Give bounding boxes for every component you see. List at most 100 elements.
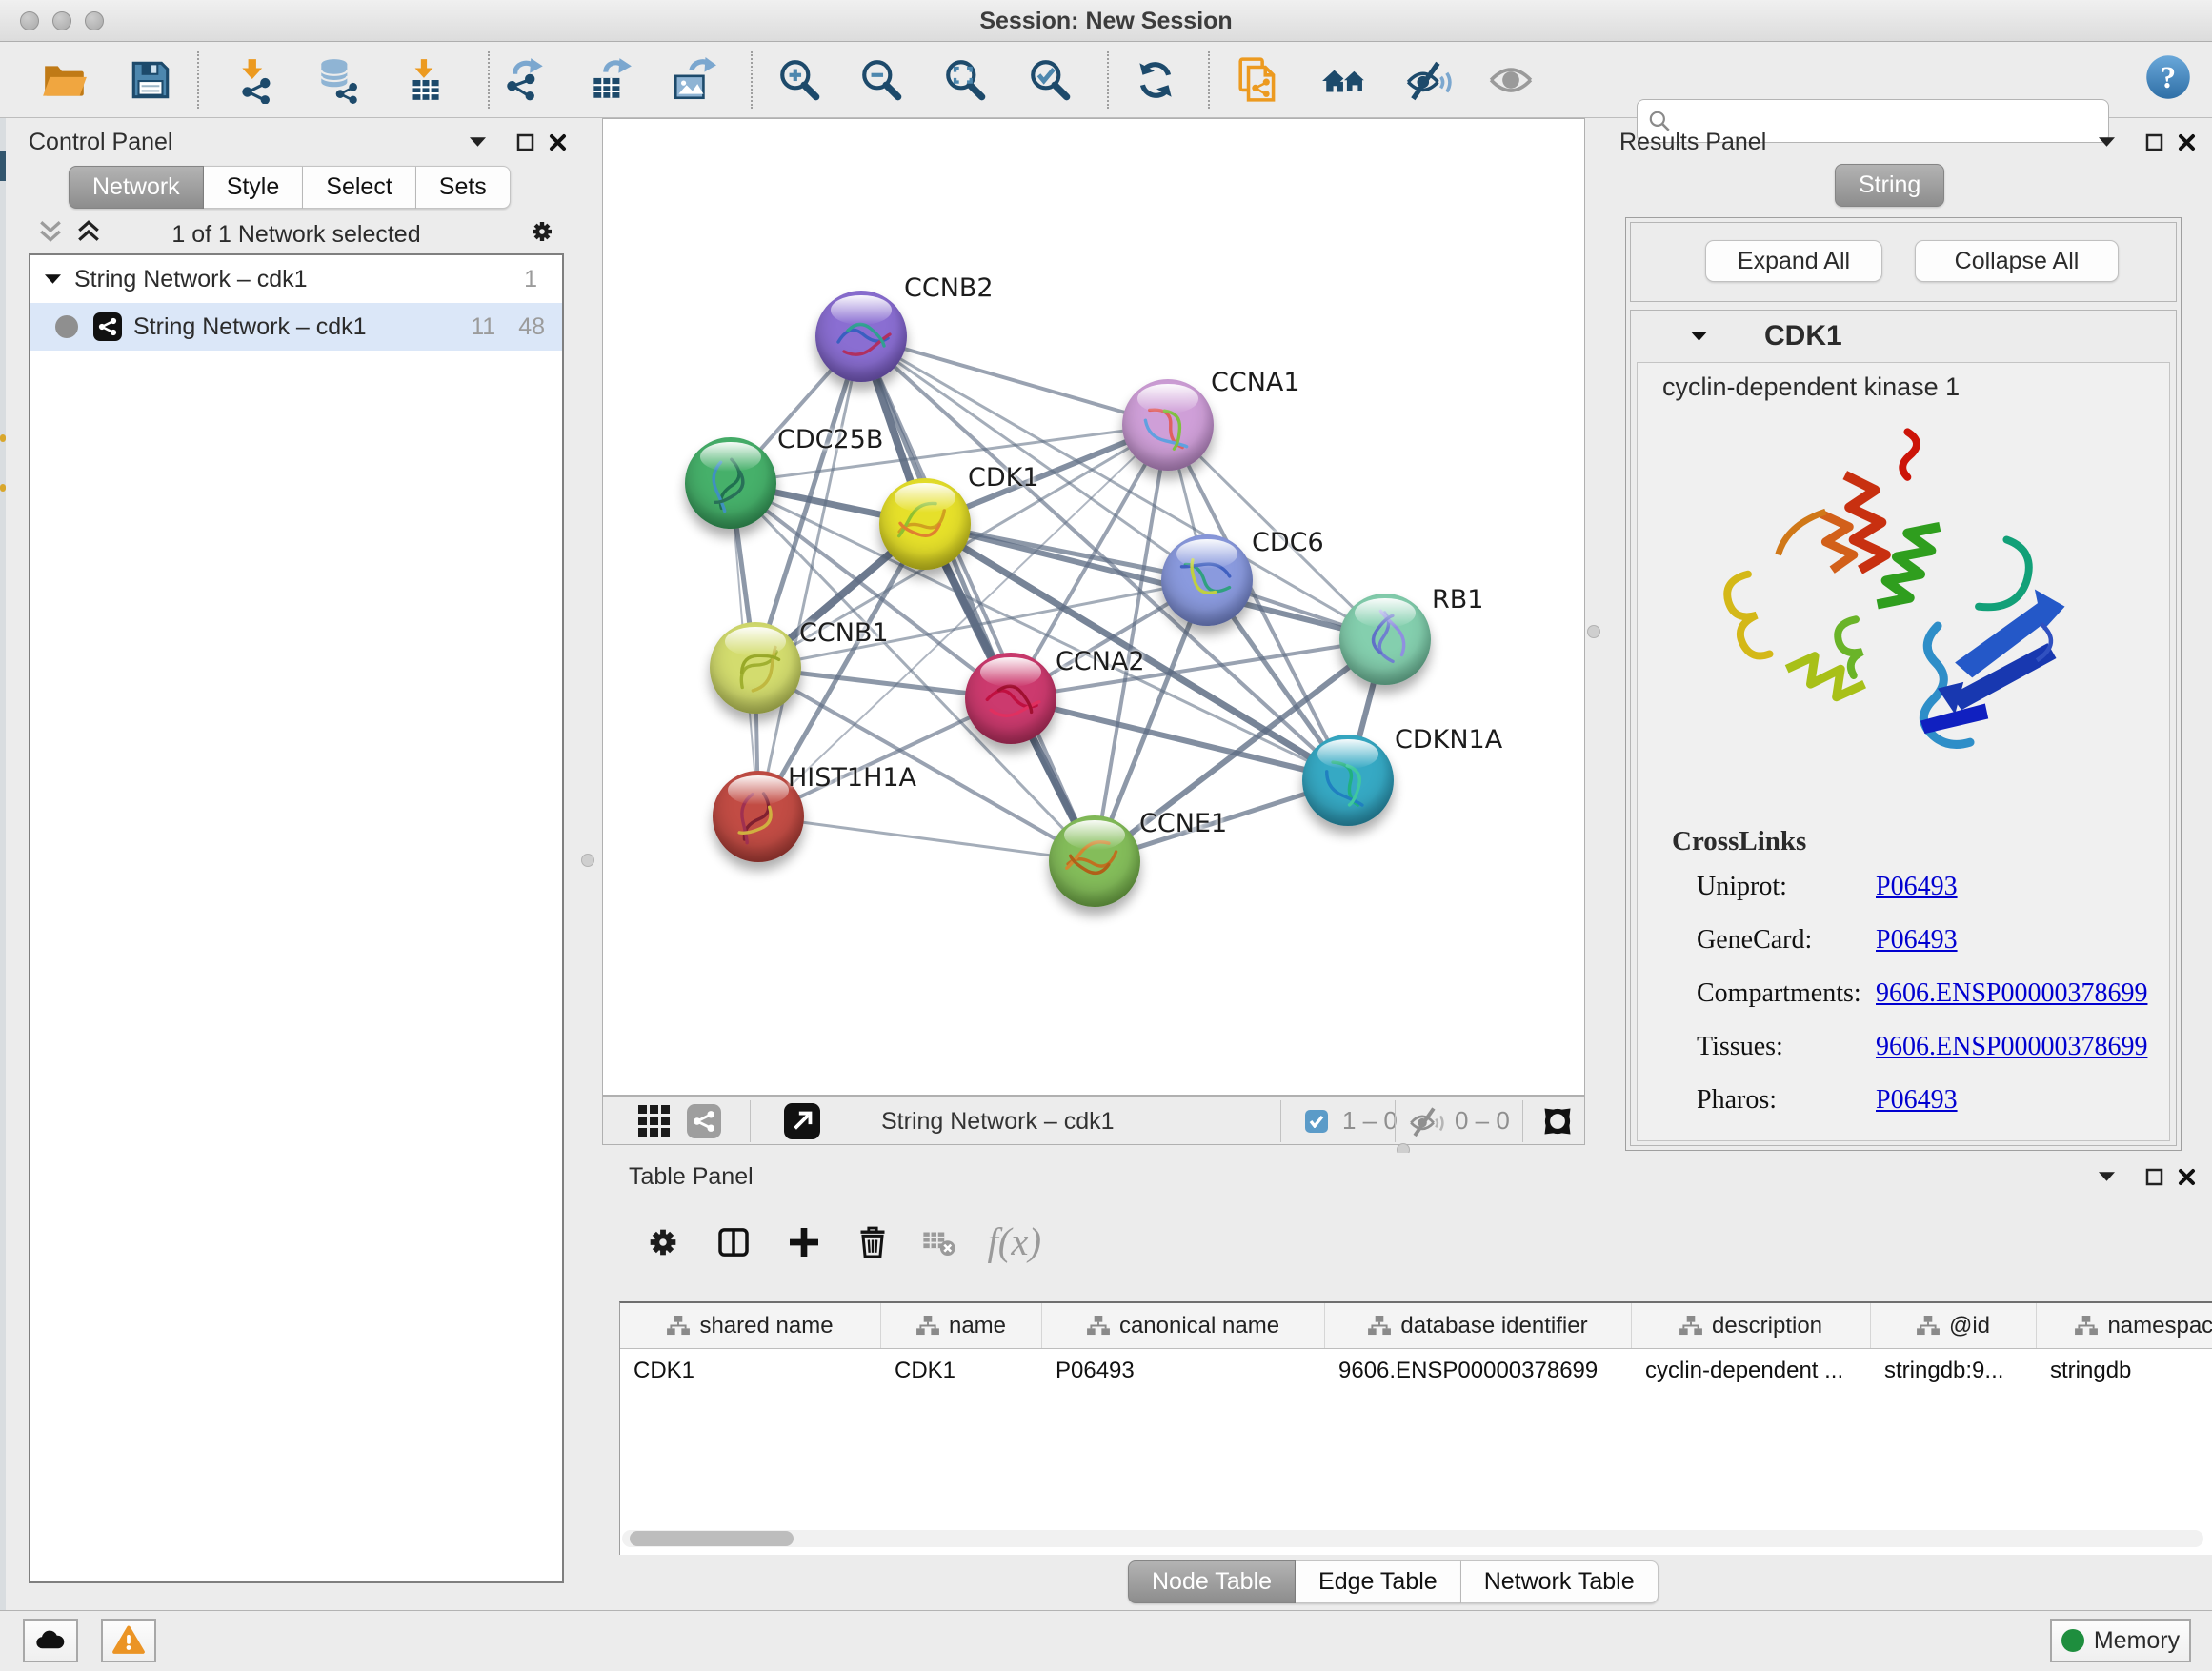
results-panel-close-button[interactable]: [2172, 128, 2201, 156]
network-node-CCNE1[interactable]: [1049, 815, 1140, 907]
table-row[interactable]: CDK1CDK1P064939606.ENSP00000378699cyclin…: [620, 1349, 2212, 1393]
export-image-button[interactable]: [669, 55, 718, 105]
help-button[interactable]: ?: [2143, 52, 2193, 102]
network-node-CCNB1[interactable]: [710, 622, 801, 714]
crosslink-link[interactable]: P06493: [1876, 1085, 1958, 1115]
clone-network-button[interactable]: [1235, 55, 1284, 105]
import-table-button[interactable]: [400, 55, 450, 105]
node-label-CCNB2[interactable]: CCNB2: [904, 273, 994, 303]
function-builder-button[interactable]: f(x): [981, 1216, 1063, 1269]
crosslink-link[interactable]: 9606.ENSP00000378699: [1876, 978, 2147, 1008]
node-label-RB1[interactable]: RB1: [1432, 585, 1483, 614]
zoom-in-button[interactable]: [775, 55, 825, 105]
tab-network[interactable]: Network: [69, 166, 204, 209]
collection-expander-icon[interactable]: [30, 265, 74, 293]
memory-button[interactable]: Memory: [2050, 1619, 2191, 1662]
table-options-button[interactable]: [636, 1216, 690, 1269]
center-view-button[interactable]: [1537, 1102, 1579, 1140]
results-panel-menu-button[interactable]: [2092, 128, 2121, 156]
expand-all-button[interactable]: Expand All: [1705, 240, 1882, 282]
network-node-CCNB2[interactable]: [815, 291, 907, 382]
control-panel-menu-button[interactable]: [463, 128, 492, 156]
control-panel-close-button[interactable]: [543, 128, 572, 156]
node-label-CDK1[interactable]: CDK1: [968, 463, 1039, 493]
network-node-CCNA1[interactable]: [1122, 379, 1214, 471]
zoom-out-button[interactable]: [857, 55, 907, 105]
show-all-button[interactable]: [1486, 55, 1536, 105]
network-node-CDKN1A[interactable]: [1302, 735, 1394, 826]
network-options-button[interactable]: [528, 217, 556, 246]
table-cell[interactable]: cyclin-dependent ...: [1632, 1349, 1871, 1393]
node-label-CDC25B[interactable]: CDC25B: [777, 425, 883, 454]
crosslink-link[interactable]: P06493: [1876, 925, 1958, 955]
birds-eye-view-button[interactable]: [782, 1102, 822, 1140]
selected-items-checkbox[interactable]: [1304, 1102, 1329, 1140]
import-network-file-button[interactable]: [233, 55, 283, 105]
tab-network-table[interactable]: Network Table: [1461, 1560, 1659, 1603]
hidden-items-button[interactable]: [1405, 1102, 1447, 1140]
table-panel-float-button[interactable]: [2140, 1162, 2168, 1191]
network-node-RB1[interactable]: [1339, 594, 1431, 685]
tab-sets[interactable]: Sets: [416, 166, 511, 209]
table-cell[interactable]: P06493: [1042, 1349, 1325, 1393]
node-label-CDC6[interactable]: CDC6: [1252, 528, 1324, 557]
column-header-canonical-name[interactable]: canonical name: [1042, 1303, 1325, 1348]
import-network-database-button[interactable]: [313, 55, 363, 105]
network-row[interactable]: String Network – cdk1 11 48: [30, 303, 562, 351]
table-panel-menu-button[interactable]: [2092, 1162, 2121, 1191]
node-label-CDKN1A[interactable]: CDKN1A: [1395, 725, 1502, 755]
column-header-namespace[interactable]: namespace: [2037, 1303, 2212, 1348]
zoom-fit-button[interactable]: [941, 55, 991, 105]
open-session-button[interactable]: [40, 55, 90, 105]
crosslink-link[interactable]: 9606.ENSP00000378699: [1876, 1032, 2147, 1061]
export-network-button[interactable]: [500, 55, 550, 105]
column-header-name[interactable]: name: [881, 1303, 1042, 1348]
tab-edge-table[interactable]: Edge Table: [1296, 1560, 1461, 1603]
export-table-button[interactable]: [585, 55, 634, 105]
network-node-CCNA2[interactable]: [965, 653, 1056, 744]
table-panel-close-button[interactable]: [2172, 1162, 2201, 1191]
grid-view-button[interactable]: [635, 1102, 674, 1140]
node-label-CCNE1[interactable]: CCNE1: [1139, 809, 1227, 838]
network-node-CDK1[interactable]: [879, 478, 971, 570]
node-label-CCNA1[interactable]: CCNA1: [1211, 368, 1300, 397]
table-cell[interactable]: CDK1: [881, 1349, 1042, 1393]
scrollbar-thumb[interactable]: [630, 1531, 794, 1546]
node-label-HIST1H1A[interactable]: HIST1H1A: [788, 763, 916, 793]
column-header-shared-name[interactable]: shared name: [620, 1303, 881, 1348]
column-header-description[interactable]: description: [1632, 1303, 1871, 1348]
column-header-database-identifier[interactable]: database identifier: [1325, 1303, 1632, 1348]
cloud-status-button[interactable]: [23, 1619, 78, 1662]
table-cell[interactable]: stringdb:9...: [1871, 1349, 2037, 1393]
results-panel-float-button[interactable]: [2140, 128, 2168, 156]
delete-column-button[interactable]: [846, 1216, 899, 1269]
network-node-CDC25B[interactable]: [685, 437, 776, 529]
tab-select[interactable]: Select: [303, 166, 415, 209]
tab-node-table[interactable]: Node Table: [1128, 1560, 1296, 1603]
collapse-all-button[interactable]: Collapse All: [1915, 240, 2119, 282]
show-columns-button[interactable]: [707, 1216, 760, 1269]
tab-style[interactable]: Style: [204, 166, 304, 209]
node-label-CCNA2[interactable]: CCNA2: [1056, 647, 1145, 676]
network-collection-row[interactable]: String Network – cdk1 1: [30, 255, 562, 303]
tab-string[interactable]: String: [1835, 164, 1944, 207]
control-panel-float-button[interactable]: [511, 128, 539, 156]
table-horizontal-scrollbar[interactable]: [622, 1530, 2203, 1547]
column-header--id[interactable]: @id: [1871, 1303, 2037, 1348]
hide-selected-button[interactable]: [1403, 55, 1453, 105]
table-cell[interactable]: 9606.ENSP00000378699: [1325, 1349, 1632, 1393]
left-splitter-handle[interactable]: [581, 854, 594, 867]
network-node-CDC6[interactable]: [1161, 534, 1253, 626]
delete-table-button[interactable]: [913, 1216, 966, 1269]
table-cell[interactable]: CDK1: [620, 1349, 881, 1393]
zoom-selected-button[interactable]: [1026, 55, 1076, 105]
warnings-button[interactable]: [101, 1619, 156, 1662]
gene-section-expander[interactable]: [1684, 322, 1713, 351]
network-view-mode-button[interactable]: [685, 1102, 723, 1140]
save-session-button[interactable]: [126, 55, 175, 105]
create-column-button[interactable]: [777, 1216, 831, 1269]
network-canvas[interactable]: CCNB2CCNA1CDC25BCDK1CDC6RB1CCNB1CCNA2CDK…: [602, 118, 1585, 1096]
crosslink-link[interactable]: P06493: [1876, 872, 1958, 901]
refresh-view-button[interactable]: [1131, 55, 1180, 105]
houses-button[interactable]: [1319, 55, 1369, 105]
